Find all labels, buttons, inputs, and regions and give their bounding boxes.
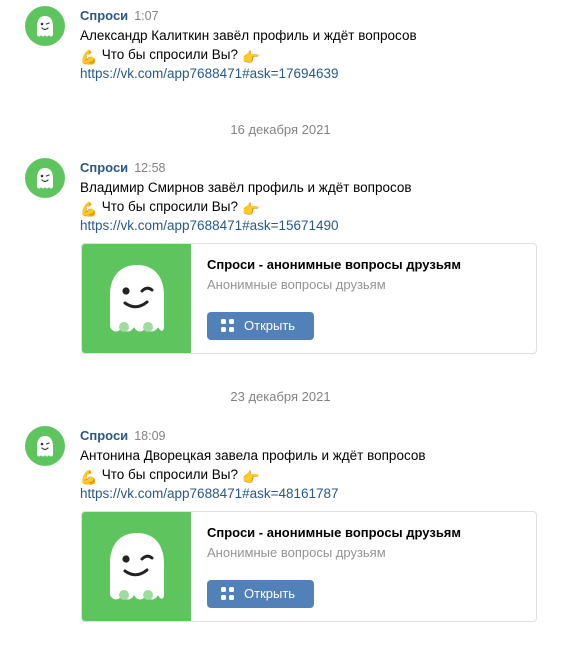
app-card[interactable]: Спроси - анонимные вопросы друзьям Анони… (81, 243, 537, 354)
pointing-right-icon: 👉 (242, 201, 260, 217)
ghost-icon (109, 532, 164, 600)
message-time: 12:58 (134, 161, 166, 175)
message-prompt: Что бы спросили Вы? (101, 47, 238, 62)
message-time: 1:07 (134, 9, 159, 23)
message-text: Александр Калиткин завёл профиль и ждёт … (80, 28, 417, 43)
message-header: Спроси 1:07 (80, 6, 540, 26)
ghost-icon (37, 168, 53, 189)
message-header: Спроси 12:58 (80, 158, 540, 178)
open-app-button[interactable]: Открыть (207, 580, 314, 608)
open-app-button-label: Открыть (244, 318, 296, 333)
message-link-line: https://vk.com/app7688471#ask=48161787 (80, 484, 540, 503)
message-prompt-line: 💪 Что бы спросили Вы? 👉 (80, 45, 540, 65)
message-feed: Спроси 1:07 Александр Калиткин завёл проф… (0, 0, 561, 645)
message-text: Владимир Смирнов завёл профиль и ждёт во… (80, 180, 412, 195)
app-card-title: Спроси - анонимные вопросы друзьям (207, 257, 462, 272)
app-card-subtitle: Анонимные вопросы друзьям (207, 277, 386, 292)
sender-name[interactable]: Спроси (80, 8, 128, 23)
avatar[interactable] (25, 426, 65, 466)
ghost-icon (37, 16, 53, 37)
date-separator: 23 декабря 2021 (230, 389, 331, 404)
app-card-thumbnail (82, 244, 191, 353)
app-card[interactable]: Спроси - анонимные вопросы друзьям Анони… (81, 511, 537, 622)
ghost-icon (37, 436, 53, 457)
sender-name[interactable]: Спроси (80, 160, 128, 175)
flexed-biceps-icon: 💪 (80, 469, 98, 485)
ask-link[interactable]: https://vk.com/app7688471#ask=15671490 (80, 218, 339, 233)
open-app-button[interactable]: Открыть (207, 312, 314, 340)
date-separator: 16 декабря 2021 (230, 122, 331, 137)
message-body: Спроси 1:07 Александр Калиткин завёл проф… (80, 6, 540, 83)
message-prompt: Что бы спросили Вы? (101, 199, 238, 214)
open-app-button-label: Открыть (244, 586, 296, 601)
ask-link[interactable]: https://vk.com/app7688471#ask=48161787 (80, 486, 339, 501)
ask-link[interactable]: https://vk.com/app7688471#ask=17694639 (80, 66, 339, 81)
message-link-line: https://vk.com/app7688471#ask=17694639 (80, 64, 540, 83)
app-card-subtitle: Анонимные вопросы друзьям (207, 545, 386, 560)
message-body: Спроси 12:58 Владимир Смирнов завёл профи… (80, 158, 540, 235)
apps-grid-icon (221, 587, 235, 601)
message-prompt-line: 💪 Что бы спросили Вы? 👉 (80, 197, 540, 217)
app-card-thumbnail (82, 512, 191, 621)
message-link-line: https://vk.com/app7688471#ask=15671490 (80, 216, 540, 235)
apps-grid-icon (221, 319, 235, 333)
message-text: Антонина Дворецкая завела профиль и ждёт… (80, 448, 426, 463)
avatar[interactable] (25, 6, 65, 46)
sender-name[interactable]: Спроси (80, 428, 128, 443)
ghost-icon (109, 264, 164, 332)
flexed-biceps-icon: 💪 (80, 49, 98, 65)
message-time: 18:09 (134, 429, 166, 443)
avatar[interactable] (25, 158, 65, 198)
message-prompt-line: 💪 Что бы спросили Вы? 👉 (80, 465, 540, 485)
app-card-title: Спроси - анонимные вопросы друзьям (207, 525, 462, 540)
message-prompt: Что бы спросили Вы? (101, 467, 238, 482)
message-body: Спроси 18:09 Антонина Дворецкая завела пр… (80, 426, 540, 503)
flexed-biceps-icon: 💪 (80, 201, 98, 217)
message-header: Спроси 18:09 (80, 426, 540, 446)
pointing-right-icon: 👉 (242, 49, 260, 65)
pointing-right-icon: 👉 (242, 469, 260, 485)
